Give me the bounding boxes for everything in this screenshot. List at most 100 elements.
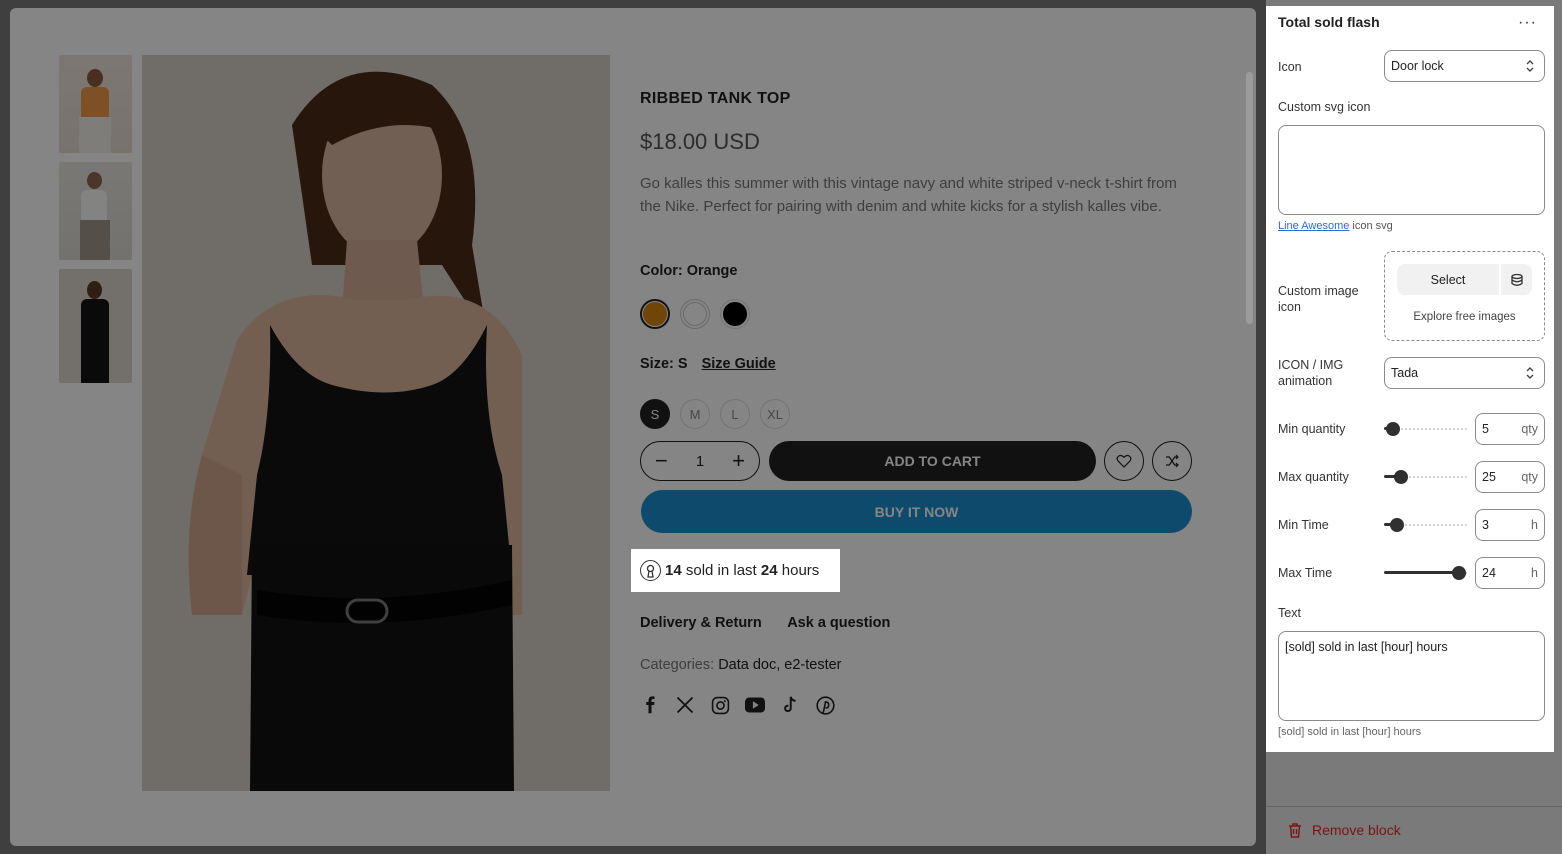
model-photo — [142, 55, 610, 791]
select-chevron-icon — [1526, 367, 1534, 379]
storefront-preview: RIBBED TANK TOP $18.00 USD Go kalles thi… — [10, 8, 1256, 846]
qty-unit: qty — [1521, 470, 1538, 484]
max-quantity-input[interactable]: 25 qty — [1475, 461, 1545, 493]
instagram-icon[interactable] — [710, 695, 730, 715]
min-time-input[interactable]: 3h — [1475, 509, 1545, 541]
size-option-m[interactable]: M — [680, 399, 710, 429]
size-guide-link[interactable]: Size Guide — [702, 356, 776, 372]
social-links — [640, 695, 850, 715]
min-quantity-slider[interactable] — [1384, 421, 1467, 437]
svg-help-text: Line Awesome icon svg — [1278, 220, 1393, 232]
custom-svg-label: Custom svg icon — [1278, 100, 1371, 114]
color-swatch-black[interactable] — [720, 299, 750, 329]
thumbnail-black-top[interactable] — [59, 269, 132, 383]
max-time-input[interactable]: 24 h — [1475, 557, 1545, 589]
product-title: RIBBED TANK TOP — [640, 90, 791, 107]
remove-block-button[interactable]: Remove block — [1288, 822, 1401, 838]
min-quantity-value: 5 — [1482, 422, 1489, 436]
thumbnail-white-top[interactable] — [59, 162, 132, 260]
product-tabs: Delivery & Return Ask a question — [640, 615, 912, 631]
youtube-icon[interactable] — [745, 695, 765, 715]
sold-hours: 24 — [760, 562, 778, 579]
tab-ask-question[interactable]: Ask a question — [787, 615, 890, 631]
qty-value[interactable]: 1 — [696, 453, 704, 470]
custom-image-label: Custom image icon — [1278, 284, 1359, 314]
time-unit: h — [1531, 566, 1538, 580]
facebook-icon[interactable] — [640, 695, 660, 715]
categories-links[interactable]: Data doc, e2-tester — [718, 657, 841, 673]
sold-count: 14 — [665, 562, 682, 579]
thumbnail-gallery — [59, 55, 132, 392]
icon-label: Icon — [1278, 60, 1302, 74]
max-quantity-value: 25 — [1482, 470, 1496, 484]
animation-select[interactable]: Tada — [1384, 357, 1545, 389]
max-quantity-slider[interactable] — [1384, 469, 1467, 485]
line-awesome-link[interactable]: Line Awesome — [1278, 220, 1349, 232]
icon-select[interactable]: Door lock — [1384, 50, 1545, 82]
qty-unit: qty — [1521, 422, 1538, 436]
trash-icon — [1289, 822, 1301, 838]
categories-label: Categories: — [640, 657, 719, 673]
min-quantity-input[interactable]: 5 qty — [1475, 413, 1545, 445]
slider-handle[interactable] — [1452, 566, 1466, 580]
text-label: Text — [1278, 606, 1301, 620]
min-quantity-label: Min quantity — [1278, 422, 1346, 436]
media-library-button[interactable] — [1501, 264, 1532, 295]
size-row: Size: S Size Guide — [640, 356, 776, 372]
animation-select-value: Tada — [1391, 366, 1419, 380]
select-image-button[interactable]: Select — [1397, 264, 1499, 295]
preview-scrollbar[interactable] — [1246, 72, 1253, 324]
max-quantity-label: Max quantity — [1278, 470, 1349, 484]
block-settings-panel: Total sold flash ··· Icon Door lock Cust… — [1266, 6, 1554, 752]
min-time-value: 3 — [1482, 518, 1489, 532]
select-chevron-icon — [1526, 60, 1534, 72]
product-price: $18.00 USD — [640, 129, 760, 154]
pinterest-icon[interactable] — [815, 695, 835, 715]
more-options-icon[interactable]: ··· — [1518, 14, 1537, 32]
slider-handle[interactable] — [1386, 422, 1400, 436]
add-to-cart-button[interactable]: ADD TO CART — [769, 441, 1096, 481]
min-time-label: Min Time — [1278, 518, 1329, 532]
animation-label: ICON / IMG animation — [1278, 358, 1344, 388]
color-swatch-white[interactable] — [680, 299, 710, 329]
color-swatch-orange[interactable] — [640, 299, 670, 329]
compare-button[interactable] — [1152, 441, 1192, 481]
tiktok-icon[interactable] — [780, 695, 800, 715]
database-icon — [1510, 273, 1523, 286]
buy-now-button[interactable]: BUY IT NOW — [641, 490, 1192, 533]
door-lock-icon — [640, 560, 661, 581]
custom-svg-textarea[interactable] — [1278, 125, 1545, 215]
image-picker: Select Explore free images — [1384, 251, 1545, 341]
qty-minus-button[interactable]: − — [655, 450, 668, 472]
thumbnail-orange-top[interactable] — [59, 55, 132, 153]
wishlist-button[interactable] — [1104, 441, 1144, 481]
shuffle-icon — [1166, 454, 1179, 468]
panel-title: Total sold flash — [1278, 14, 1380, 30]
quantity-stepper: − 1 + — [640, 441, 760, 481]
sold-middle-text: sold in last — [681, 562, 761, 579]
sold-suffix-text: hours — [777, 562, 820, 579]
size-label: Size: S — [640, 356, 688, 372]
slider-handle[interactable] — [1390, 518, 1404, 532]
slider-handle[interactable] — [1394, 470, 1408, 484]
max-time-value: 24 — [1482, 566, 1496, 580]
svg-help-suffix: icon svg — [1349, 220, 1393, 232]
text-helper: [sold] sold in last [hour] hours — [1278, 726, 1422, 738]
max-time-slider[interactable] — [1384, 565, 1467, 581]
x-icon[interactable] — [675, 695, 695, 715]
explore-free-images-link[interactable]: Explore free images — [1385, 311, 1544, 323]
text-textarea[interactable]: [sold] sold in last [hour] hours — [1278, 631, 1545, 721]
size-option-xl[interactable]: XL — [760, 399, 790, 429]
time-unit: h — [1531, 518, 1538, 532]
min-time-slider[interactable] — [1384, 517, 1467, 533]
product-description: Go kalles this summer with this vintage … — [640, 175, 1177, 215]
heart-icon — [1116, 454, 1132, 468]
main-product-image — [142, 55, 610, 791]
size-option-l[interactable]: L — [720, 399, 750, 429]
sold-flash-block[interactable]: 14 sold in last 24 hours — [631, 549, 840, 592]
tab-delivery-return[interactable]: Delivery & Return — [640, 615, 762, 631]
categories: Categories: Data doc, e2-tester — [640, 657, 842, 673]
size-option-s[interactable]: S — [640, 399, 670, 429]
remove-block-label: Remove block — [1312, 822, 1401, 838]
qty-plus-button[interactable]: + — [732, 450, 745, 472]
